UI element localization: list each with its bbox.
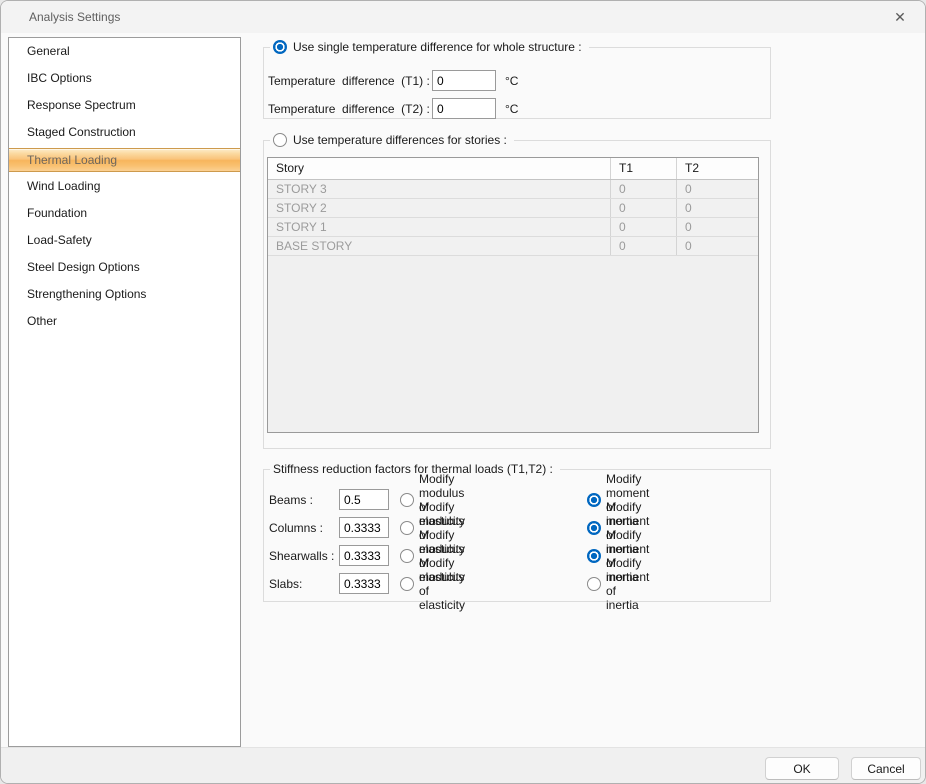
single-temp-group: Use single temperature difference for wh… bbox=[263, 47, 771, 119]
columns-label: Columns : bbox=[269, 521, 339, 535]
slabs-modulus-label: Modify modulus of elasticity bbox=[419, 556, 465, 612]
close-icon[interactable]: ✕ bbox=[885, 5, 915, 29]
t2-input[interactable] bbox=[432, 98, 496, 119]
cell-t2: 0 bbox=[677, 180, 758, 198]
story-table-header: Story T1 T2 bbox=[268, 158, 758, 180]
table-row: STORY 2 0 0 bbox=[268, 199, 758, 218]
sidebar-item-general[interactable]: General bbox=[9, 38, 240, 65]
single-temp-radio-label: Use single temperature difference for wh… bbox=[293, 40, 582, 54]
slabs-modulus-radio[interactable] bbox=[400, 577, 414, 591]
sidebar-item-strengthening-options[interactable]: Strengthening Options bbox=[9, 281, 240, 308]
col-header-t1: T1 bbox=[611, 158, 677, 179]
columns-factor-input[interactable] bbox=[339, 517, 389, 538]
story-table[interactable]: Story T1 T2 STORY 3 0 0 STORY 2 0 0 STOR… bbox=[267, 157, 759, 433]
cancel-button[interactable]: Cancel bbox=[851, 757, 921, 780]
col-header-t2: T2 bbox=[677, 158, 758, 179]
cell-t2: 0 bbox=[677, 218, 758, 236]
sidebar-item-wind-loading[interactable]: Wind Loading bbox=[9, 173, 240, 200]
sidebar-item-other[interactable]: Other bbox=[9, 308, 240, 335]
window-title: Analysis Settings bbox=[29, 1, 120, 33]
shearwalls-factor-input[interactable] bbox=[339, 545, 389, 566]
cell-t1: 0 bbox=[611, 237, 677, 255]
t2-unit: °C bbox=[505, 102, 518, 116]
sidebar-item-steel-design-options[interactable]: Steel Design Options bbox=[9, 254, 240, 281]
stiffness-group: Stiffness reduction factors for thermal … bbox=[263, 469, 771, 602]
sidebar-item-ibc-options[interactable]: IBC Options bbox=[9, 65, 240, 92]
story-temp-radio[interactable] bbox=[273, 133, 287, 147]
analysis-settings-dialog: Analysis Settings ✕ General IBC Options … bbox=[0, 0, 926, 784]
dialog-footer: OK Cancel bbox=[1, 747, 925, 783]
cell-t2: 0 bbox=[677, 237, 758, 255]
story-temp-group: Use temperature differences for stories … bbox=[263, 140, 771, 449]
sidebar-item-foundation[interactable]: Foundation bbox=[9, 200, 240, 227]
cell-t2: 0 bbox=[677, 199, 758, 217]
table-row: STORY 1 0 0 bbox=[268, 218, 758, 237]
slabs-inertia-label: Modify moment of inertia bbox=[606, 556, 649, 612]
table-row: BASE STORY 0 0 bbox=[268, 237, 758, 256]
sidebar-item-response-spectrum[interactable]: Response Spectrum bbox=[9, 92, 240, 119]
beams-factor-input[interactable] bbox=[339, 489, 389, 510]
title-bar: Analysis Settings ✕ bbox=[1, 1, 925, 33]
t1-field-row: Temperature difference (T1) : °C bbox=[268, 70, 518, 91]
single-temp-radio-row: Use single temperature difference for wh… bbox=[270, 38, 589, 56]
settings-category-list: General IBC Options Response Spectrum St… bbox=[8, 37, 241, 747]
stiffness-row-beams: Beams : Modify modulus of elasticity Mod… bbox=[269, 489, 389, 510]
slabs-inertia-radio[interactable] bbox=[587, 577, 601, 591]
slabs-factor-input[interactable] bbox=[339, 573, 389, 594]
cell-story: STORY 3 bbox=[268, 180, 611, 198]
slabs-label: Slabs: bbox=[269, 577, 339, 591]
story-temp-radio-label: Use temperature differences for stories … bbox=[293, 133, 507, 147]
shearwalls-label: Shearwalls : bbox=[269, 549, 339, 563]
cell-story: STORY 1 bbox=[268, 218, 611, 236]
sidebar-item-staged-construction[interactable]: Staged Construction bbox=[9, 119, 240, 146]
stiffness-row-slabs: Slabs: Modify modulus of elasticity Modi… bbox=[269, 573, 389, 594]
single-temp-radio[interactable] bbox=[273, 40, 287, 54]
stiffness-row-shearwalls: Shearwalls : Modify modulus of elasticit… bbox=[269, 545, 389, 566]
stiffness-row-columns: Columns : Modify modulus of elasticity M… bbox=[269, 517, 389, 538]
beams-label: Beams : bbox=[269, 493, 339, 507]
cell-t1: 0 bbox=[611, 199, 677, 217]
sidebar-item-load-safety[interactable]: Load-Safety bbox=[9, 227, 240, 254]
cell-story: STORY 2 bbox=[268, 199, 611, 217]
cell-t1: 0 bbox=[611, 180, 677, 198]
cell-story: BASE STORY bbox=[268, 237, 611, 255]
t2-field-row: Temperature difference (T2) : °C bbox=[268, 98, 518, 119]
col-header-story: Story bbox=[268, 158, 611, 179]
cell-t1: 0 bbox=[611, 218, 677, 236]
t1-input[interactable] bbox=[432, 70, 496, 91]
t1-label: Temperature difference (T1) : bbox=[268, 74, 432, 88]
story-temp-radio-row: Use temperature differences for stories … bbox=[270, 131, 514, 149]
ok-button[interactable]: OK bbox=[765, 757, 839, 780]
t1-unit: °C bbox=[505, 74, 518, 88]
sidebar-item-thermal-loading[interactable]: Thermal Loading bbox=[9, 148, 240, 172]
t2-label: Temperature difference (T2) : bbox=[268, 102, 432, 116]
table-row: STORY 3 0 0 bbox=[268, 180, 758, 199]
